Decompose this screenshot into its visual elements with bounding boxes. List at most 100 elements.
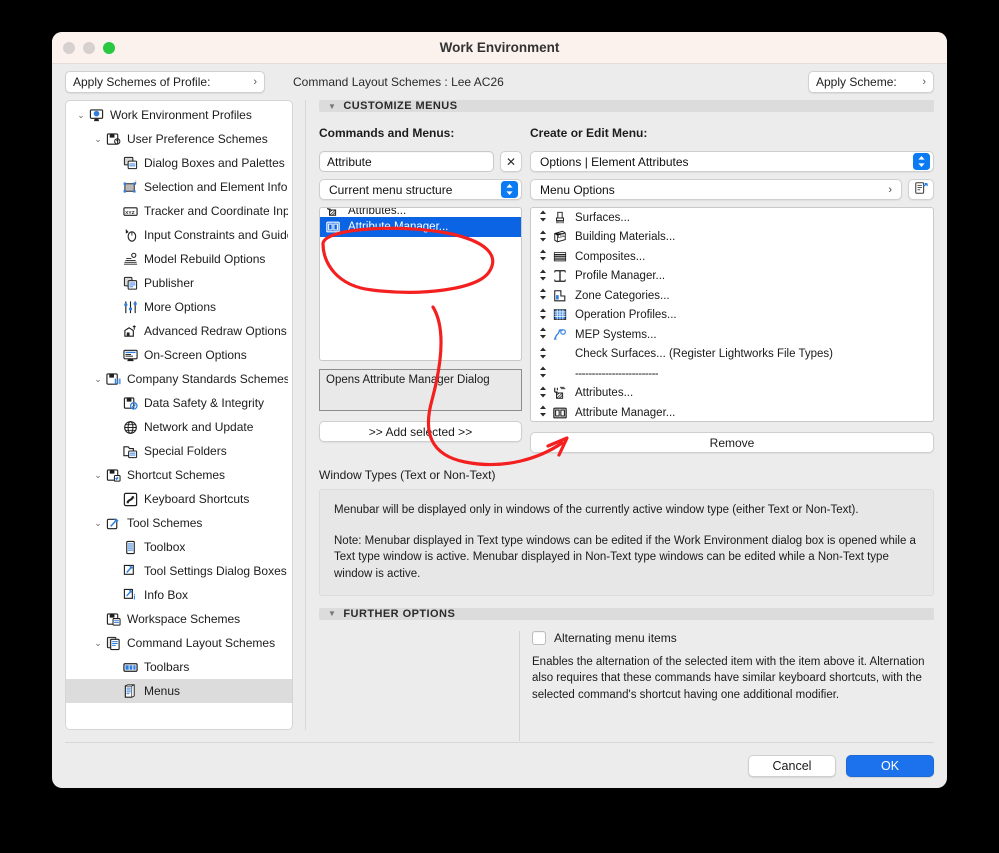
- sidebar-item-label: Selection and Element Information: [144, 180, 288, 194]
- menu-list-item[interactable]: Building Materials...: [531, 228, 933, 248]
- chevron-updown-icon[interactable]: [913, 153, 930, 170]
- sidebar-item-selection-and-element-information[interactable]: i Selection and Element Information: [66, 175, 292, 199]
- disclosure-chevron-down-icon[interactable]: ⌄: [91, 374, 105, 385]
- chevron-updown-icon[interactable]: [501, 181, 518, 198]
- sidebar-item-network-and-update[interactable]: Network and Update: [66, 415, 292, 439]
- search-input[interactable]: Attribute: [319, 151, 494, 172]
- menu-list-item-label: Building Materials...: [575, 231, 676, 244]
- sidebar-item-more-options[interactable]: More Options: [66, 295, 292, 319]
- menu-list-item[interactable]: Zone Categories...: [531, 286, 933, 306]
- menu-list-item-label: MEP Systems...: [575, 328, 657, 341]
- menu-options-button[interactable]: Menu Options ›: [530, 179, 902, 200]
- command-list-item-label: Attributes...: [348, 207, 407, 217]
- apply-schemes-of-profile-button[interactable]: Apply Schemes of Profile: ›: [65, 71, 265, 93]
- apply-scheme-button[interactable]: Apply Scheme: ›: [808, 71, 934, 93]
- chevron-right-icon: ›: [888, 183, 892, 196]
- window-title: Work Environment: [439, 40, 560, 55]
- disclosure-chevron-down-icon[interactable]: ⌄: [74, 110, 88, 121]
- disclosure-chevron-down-icon[interactable]: ⌄: [91, 638, 105, 649]
- add-selected-button[interactable]: >> Add selected >>: [319, 421, 522, 442]
- sidebar-item-special-folders[interactable]: Special Folders: [66, 439, 292, 463]
- menu-list-item[interactable]: MEP Systems...: [531, 325, 933, 345]
- menu-list-item[interactable]: Profile Manager...: [531, 267, 933, 287]
- sidebar-item-input-constraints-and-guides[interactable]: Input Constraints and Guides: [66, 223, 292, 247]
- reorder-handle-icon[interactable]: [535, 386, 551, 401]
- sidebar-item-workspace-schemes[interactable]: Workspace Schemes: [66, 607, 292, 631]
- alternating-menu-items-checkbox[interactable]: [532, 630, 546, 645]
- reorder-handle-icon[interactable]: [535, 327, 551, 342]
- sidebar-item-label: Publisher: [144, 276, 195, 290]
- alternating-menu-items-row[interactable]: Alternating menu items: [532, 630, 934, 645]
- sidebar-item-user-preference-schemes[interactable]: ⌄ User Preference Schemes: [66, 127, 292, 151]
- command-list-item[interactable]: Attribute Manager...: [320, 217, 521, 237]
- sidebar-item-publisher[interactable]: Publisher: [66, 271, 292, 295]
- reorder-handle-icon[interactable]: [535, 288, 551, 303]
- command-list-item[interactable]: Attributes...: [320, 207, 521, 217]
- menu-items-list[interactable]: Surfaces... Building Materials... Composit…: [530, 207, 934, 422]
- disclosure-chevron-down-icon[interactable]: ⌄: [91, 518, 105, 529]
- menu-list-item[interactable]: -------------------------: [531, 364, 933, 384]
- work-environment-dialog: Work Environment Apply Schemes of Profil…: [52, 32, 947, 788]
- new-menu-button[interactable]: [908, 179, 934, 200]
- disclosure-triangle-icon[interactable]: ▼: [328, 102, 336, 111]
- sidebar-item-keyboard-shortcuts[interactable]: Keyboard Shortcuts: [66, 487, 292, 511]
- menu-options-label: Menu Options: [540, 182, 615, 197]
- reorder-handle-icon[interactable]: [535, 269, 551, 284]
- menu-list-item[interactable]: Operation Profiles...: [531, 306, 933, 326]
- reorder-handle-icon[interactable]: [535, 210, 551, 225]
- further-options-spacer: [319, 631, 519, 741]
- sidebar-item-label: Tool Schemes: [127, 516, 203, 530]
- menu-select[interactable]: Options | Element Attributes: [530, 151, 934, 172]
- clear-search-button[interactable]: ✕: [500, 151, 522, 172]
- customize-menus-section-header[interactable]: ▼ CUSTOMIZE MENUS: [319, 100, 934, 112]
- sidebar-item-menus[interactable]: Menus: [66, 679, 292, 703]
- reorder-handle-icon[interactable]: [535, 347, 551, 362]
- sidebar-item-advanced-redraw-options[interactable]: Advanced Redraw Options: [66, 319, 292, 343]
- disclosure-chevron-down-icon[interactable]: ⌄: [91, 470, 105, 481]
- sidebar-item-on-screen-options[interactable]: On-Screen Options: [66, 343, 292, 367]
- sidebar-item-shortcut-schemes[interactable]: ⌄ Shortcut Schemes: [66, 463, 292, 487]
- further-options-section-header[interactable]: ▼ FURTHER OPTIONS: [319, 607, 934, 620]
- sidebar-item-info-box[interactable]: i Info Box: [66, 583, 292, 607]
- menu-list-item[interactable]: Attributes...: [531, 384, 933, 404]
- sidebar-item-toolbox[interactable]: Toolbox: [66, 535, 292, 559]
- sidebar-item-toolbars[interactable]: Toolbars: [66, 655, 292, 679]
- sidebar-item-dialog-boxes-and-palettes[interactable]: Dialog Boxes and Palettes: [66, 151, 292, 175]
- tool-schemes-icon: [105, 516, 122, 531]
- command-list[interactable]: Attributes... Attribute Manager...: [319, 207, 522, 361]
- reorder-handle-icon[interactable]: [535, 366, 551, 381]
- sidebar-item-data-safety-integrity[interactable]: Data Safety & Integrity: [66, 391, 292, 415]
- window-types-label: Window Types (Text or Non-Text): [319, 468, 496, 482]
- reorder-handle-icon[interactable]: [535, 405, 551, 420]
- sidebar-item-company-standards-schemes[interactable]: ⌄ Company Standards Schemes: [66, 367, 292, 391]
- sidebar-item-label: Tool Settings Dialog Boxes: [144, 564, 287, 578]
- disclosure-chevron-down-icon[interactable]: ⌄: [91, 134, 105, 145]
- scheme-breadcrumb: Command Layout Schemes : Lee AC26: [293, 75, 504, 89]
- sidebar-item-label: Shortcut Schemes: [127, 468, 226, 482]
- sidebar-item-command-layout-schemes[interactable]: ⌄ Command Layout Schemes: [66, 631, 292, 655]
- settings-tree-sidebar[interactable]: ⌄ Work Environment Profiles ⌄ User Preferen…: [65, 100, 293, 730]
- remove-button[interactable]: Remove: [530, 432, 934, 453]
- menu-list-item[interactable]: Surfaces...: [531, 208, 933, 228]
- cancel-button[interactable]: Cancel: [748, 754, 836, 777]
- menu-list-item[interactable]: Composites...: [531, 247, 933, 267]
- sidebar-item-work-environment-profiles[interactable]: ⌄ Work Environment Profiles: [66, 103, 292, 127]
- menu-list-item[interactable]: Attribute Manager...: [531, 403, 933, 421]
- sidebar-item-tool-settings-dialog-boxes[interactable]: Tool Settings Dialog Boxes: [66, 559, 292, 583]
- composites-icon: [551, 250, 569, 264]
- sidebar-item-model-rebuild-options[interactable]: Model Rebuild Options: [66, 247, 292, 271]
- company-standards-schemes-icon: [105, 372, 122, 387]
- apply-scheme-label: Apply Scheme:: [816, 75, 897, 89]
- menu-list-item[interactable]: Check Surfaces... (Register Lightworks F…: [531, 345, 933, 365]
- ok-button[interactable]: OK: [846, 754, 934, 777]
- sidebar-item-label: Model Rebuild Options: [144, 252, 266, 266]
- sidebar-item-tracker-and-coordinate-input[interactable]: XYZ Tracker and Coordinate Input: [66, 199, 292, 223]
- reorder-handle-icon[interactable]: [535, 308, 551, 323]
- workspace-schemes-icon: [105, 612, 122, 627]
- sidebar-item-tool-schemes[interactable]: ⌄ Tool Schemes: [66, 511, 292, 535]
- keyboard-shortcuts-icon: [122, 492, 139, 507]
- reorder-handle-icon[interactable]: [535, 249, 551, 264]
- menu-structure-select[interactable]: Current menu structure: [319, 179, 522, 200]
- reorder-handle-icon[interactable]: [535, 230, 551, 245]
- disclosure-triangle-icon[interactable]: ▼: [328, 609, 336, 618]
